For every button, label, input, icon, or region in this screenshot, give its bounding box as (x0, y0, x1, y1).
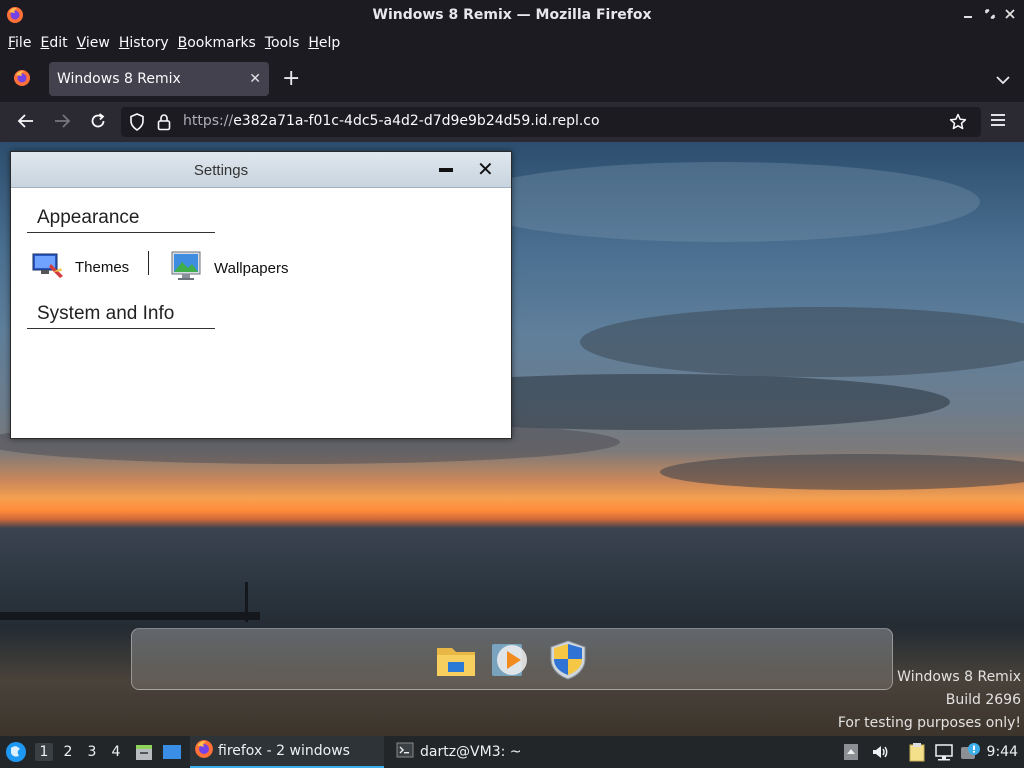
application-launcher-icon[interactable] (5, 741, 27, 767)
themes-label: Themes (75, 258, 130, 276)
wallpapers-item[interactable]: Wallpapers (170, 250, 288, 286)
show-desktop-icon[interactable] (162, 742, 182, 766)
volume-icon[interactable] (870, 742, 890, 762)
dock-bar (131, 628, 893, 690)
navigation-toolbar: https://e382a71a-f01c-4dc5-a4d2-d7d9e9b2… (0, 102, 1024, 142)
watermark-note: For testing purposes only! (837, 715, 1021, 731)
file-manager-icon[interactable] (134, 742, 154, 766)
menu-history[interactable]: History (115, 35, 173, 51)
build-watermark: Windows 8 Remix Build 2696 For testing p… (838, 666, 1021, 735)
minimize-window-icon[interactable] (960, 7, 976, 23)
network-icon[interactable] (934, 742, 954, 762)
list-all-tabs-icon[interactable] (996, 70, 1010, 89)
maximize-window-icon[interactable] (982, 7, 998, 23)
workspace-3[interactable]: 3 (83, 743, 101, 761)
url-text[interactable]: https://e382a71a-f01c-4dc5-a4d2-d7d9e9b2… (183, 113, 600, 129)
menu-bar: File Edit View History Bookmarks Tools H… (0, 30, 1024, 56)
tab-label: Windows 8 Remix (57, 71, 181, 87)
tab-windows-8-remix[interactable]: Windows 8 Remix ✕ (49, 62, 269, 96)
themes-icon (31, 250, 65, 284)
menu-file[interactable]: File (4, 35, 35, 51)
tab-bar: Windows 8 Remix ✕ + (0, 56, 1024, 102)
shield-icon[interactable] (129, 113, 145, 135)
file-explorer-icon[interactable] (434, 638, 478, 682)
menu-help[interactable]: Help (304, 35, 344, 51)
wallpapers-icon (170, 250, 204, 286)
workspace-4[interactable]: 4 (107, 743, 125, 761)
url-bar[interactable]: https://e382a71a-f01c-4dc5-a4d2-d7d9e9b2… (121, 107, 981, 137)
lock-icon[interactable] (157, 113, 171, 135)
menu-edit[interactable]: Edit (36, 35, 71, 51)
hamburger-menu-icon[interactable] (988, 112, 1008, 132)
firefox-view-icon[interactable] (13, 69, 31, 91)
reload-icon[interactable] (88, 112, 108, 132)
workspace-2[interactable]: 2 (59, 743, 77, 761)
task-terminal[interactable]: dartz@VM3: ~ (392, 736, 592, 768)
section-system-and-info: System and Info (27, 303, 215, 329)
items-separator (148, 251, 149, 275)
menu-bookmarks[interactable]: Bookmarks (174, 35, 260, 51)
settings-close-button[interactable]: ✕ (477, 157, 494, 181)
task-terminal-label: dartz@VM3: ~ (420, 744, 522, 760)
media-player-icon[interactable] (488, 638, 532, 682)
system-clock[interactable]: 9:44 (987, 744, 1018, 760)
task-firefox-label: firefox - 2 windows (218, 743, 350, 759)
new-tab-button[interactable]: + (282, 66, 300, 91)
menu-view[interactable]: View (73, 35, 114, 51)
security-shield-icon[interactable] (546, 638, 590, 682)
watermark-build: Build 2696 (945, 692, 1021, 708)
section-appearance: Appearance (27, 207, 215, 233)
firefox-logo-icon (6, 6, 24, 28)
themes-item[interactable]: Themes (31, 250, 129, 284)
clipboard-icon[interactable] (907, 742, 927, 762)
tray-expand-icon[interactable] (842, 742, 862, 762)
menu-tools[interactable]: Tools (261, 35, 304, 51)
tab-close-icon[interactable]: ✕ (249, 71, 261, 87)
back-arrow-icon[interactable] (16, 112, 36, 132)
workspace-1[interactable]: 1 (35, 743, 53, 761)
watermark-product: Windows 8 Remix (897, 669, 1021, 685)
close-window-icon[interactable] (1002, 7, 1018, 23)
settings-titlebar[interactable]: Settings ✕ (11, 152, 511, 188)
system-taskbar: 1 2 3 4 firefox - 2 windows dartz@VM3: ~… (0, 736, 1024, 768)
wallpapers-label: Wallpapers (214, 259, 289, 277)
settings-minimize-button[interactable] (439, 168, 453, 172)
task-firefox[interactable]: firefox - 2 windows (190, 736, 384, 768)
notifications-icon[interactable] (960, 742, 980, 762)
window-titlebar: Windows 8 Remix — Mozilla Firefox (0, 0, 1024, 30)
forward-arrow-icon[interactable] (52, 112, 72, 132)
window-title: Windows 8 Remix — Mozilla Firefox (372, 7, 652, 23)
terminal-icon (396, 741, 414, 763)
settings-window: Settings ✕ Appearance Themes Wallpapers … (10, 151, 512, 439)
settings-title: Settings (193, 162, 249, 179)
bookmark-star-icon[interactable] (949, 113, 967, 135)
firefox-task-icon (194, 739, 214, 763)
web-viewport: Settings ✕ Appearance Themes Wallpapers … (0, 142, 1024, 736)
